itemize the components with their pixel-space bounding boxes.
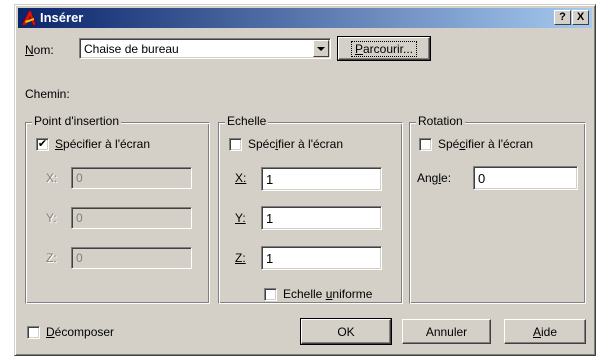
close-icon: X bbox=[576, 11, 585, 23]
insertion-specify-checkbox[interactable]: ✔ bbox=[36, 138, 49, 151]
scale-y-value: 1 bbox=[266, 211, 274, 226]
name-label: Nom: bbox=[25, 43, 54, 57]
insert-dialog: Insérer ? X Nom: Chaise de bureau Parcou… bbox=[14, 4, 596, 356]
scale-y-label: Y: bbox=[235, 211, 246, 225]
cancel-button[interactable]: Annuler bbox=[402, 319, 491, 344]
insertion-point-title: Point d'insertion bbox=[32, 114, 122, 128]
insertion-z-value: 0 bbox=[76, 251, 83, 265]
rotation-title: Rotation bbox=[416, 114, 465, 128]
insertion-z-field: 0 bbox=[71, 247, 192, 269]
title-bar[interactable]: Insérer ? X bbox=[18, 8, 592, 28]
help-label: Aide bbox=[532, 325, 558, 339]
dropdown-button[interactable] bbox=[313, 40, 329, 57]
explode-label[interactable]: Décomposer bbox=[46, 325, 114, 339]
help-button[interactable]: Aide bbox=[504, 319, 586, 344]
browse-label: Parcourir... bbox=[350, 41, 418, 57]
explode-checkbox[interactable] bbox=[27, 326, 40, 339]
scale-x-label: X: bbox=[235, 171, 247, 185]
close-button[interactable]: X bbox=[572, 10, 589, 25]
browse-button[interactable]: Parcourir... bbox=[337, 36, 431, 61]
scale-x-field[interactable]: 1 bbox=[261, 167, 382, 191]
scale-y-field[interactable]: 1 bbox=[261, 206, 382, 230]
insertion-specify-label[interactable]: Spécifier à l'écran bbox=[55, 137, 150, 151]
window-title: Insérer bbox=[40, 10, 84, 25]
insertion-x-value: 0 bbox=[76, 171, 83, 185]
insertion-z-label: Z: bbox=[46, 251, 57, 265]
rotation-specify-checkbox[interactable] bbox=[419, 138, 432, 151]
ok-label: OK bbox=[337, 325, 355, 339]
ok-button[interactable]: OK bbox=[300, 318, 392, 345]
help-title-button[interactable]: ? bbox=[554, 10, 571, 25]
scale-z-field[interactable]: 1 bbox=[261, 246, 382, 270]
scale-title: Echelle bbox=[225, 114, 269, 128]
insertion-x-label: X: bbox=[46, 171, 58, 185]
insertion-x-field: 0 bbox=[71, 167, 192, 189]
rotation-specify-label[interactable]: Spécifier à l'écran bbox=[438, 137, 533, 151]
cancel-label: Annuler bbox=[425, 325, 468, 339]
check-mark-icon: ✔ bbox=[37, 138, 48, 150]
insertion-y-field: 0 bbox=[71, 207, 192, 229]
angle-value: 0 bbox=[478, 171, 486, 186]
dropdown-arrow-icon bbox=[317, 47, 325, 51]
angle-field[interactable]: 0 bbox=[473, 166, 578, 190]
question-mark-icon: ? bbox=[559, 11, 566, 23]
path-label: Chemin: bbox=[25, 87, 70, 101]
angle-label: Angle: bbox=[417, 171, 452, 185]
scale-z-value: 1 bbox=[266, 251, 274, 266]
scale-x-value: 1 bbox=[266, 172, 274, 187]
insertion-y-label: Y: bbox=[46, 211, 57, 225]
scale-specify-checkbox[interactable] bbox=[229, 138, 242, 151]
uniform-scale-label[interactable]: Echelle uniforme bbox=[283, 287, 372, 301]
block-name-value: Chaise de bureau bbox=[84, 42, 179, 56]
insertion-y-value: 0 bbox=[76, 211, 83, 225]
scale-specify-label[interactable]: Spécifier à l'écran bbox=[248, 137, 343, 151]
scale-z-label: Z: bbox=[235, 251, 246, 265]
uniform-scale-checkbox[interactable] bbox=[264, 288, 277, 301]
block-name-combobox[interactable]: Chaise de bureau bbox=[79, 38, 331, 59]
autocad-app-icon bbox=[21, 10, 37, 26]
